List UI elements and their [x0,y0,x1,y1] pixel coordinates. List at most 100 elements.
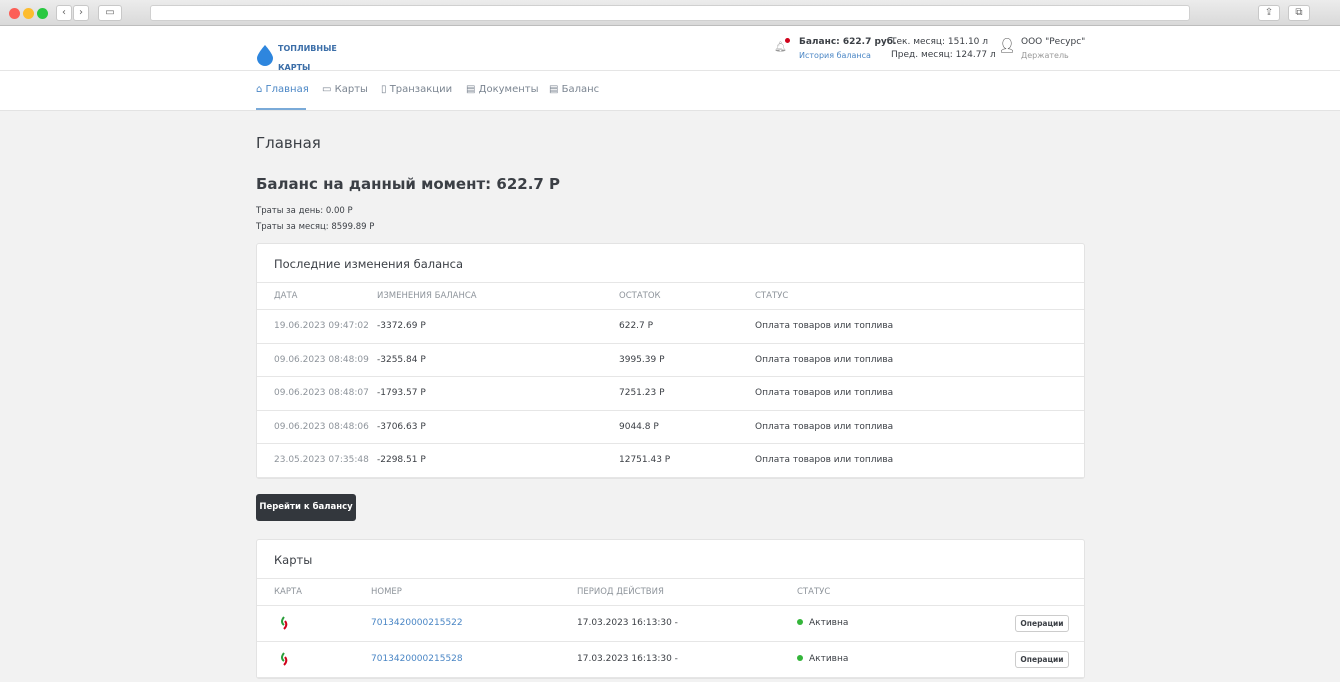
column-header: КАРТА [274,587,302,597]
current-month: Тек. месяц: 151.10 л [891,37,989,47]
column-header: ИЗМЕНЕНИЯ БАЛАНСА [377,291,477,301]
card-number-link[interactable]: 7013420000215528 [371,654,463,664]
card-number-link[interactable]: 7013420000215522 [371,618,463,628]
nav-label: Карты [334,84,368,95]
date-cell: 19.06.2023 09:47:02 [274,321,369,331]
card-brand-logo [276,616,292,635]
remainder-cell: 12751.43 Р [619,455,671,465]
column-header: НОМЕР [371,587,402,597]
nav-label: Транзакции [389,84,453,95]
change-cell: -3372.69 Р [377,321,426,331]
table-row: 09.06.2023 08:48:06 -3706.63 Р 9044.8 Р Опл… [257,411,1084,444]
tabs-icon[interactable]: ⧉ [1288,5,1310,21]
status-label: Активна [809,654,849,664]
status-cell: Оплата товаров или топлива [755,354,894,365]
notification-dot [785,38,790,43]
date-cell: 09.06.2023 08:48:07 [274,388,369,398]
table-row: 19.06.2023 09:47:02 -3372.69 Р 622.7 Р Опла… [257,310,1084,344]
nav-transactions[interactable]: ▯ Транзакции [381,84,452,95]
change-cell: -3706.63 Р [377,421,426,432]
balance-history-link[interactable]: История баланса [799,49,897,62]
period-cell: 17.03.2023 16:13:30 - [577,618,678,628]
period-cell: 17.03.2023 16:13:30 - [577,654,678,664]
status-cell: Активна [797,618,848,628]
maximize-window-button[interactable] [37,8,48,19]
header-balance: Баланс: 622.7 руб. [799,37,897,47]
document-icon: ▤ [466,84,479,95]
card-title: Последние изменения баланса [257,244,1084,283]
operations-button[interactable]: Операции [1015,615,1069,632]
remainder-cell: 7251.23 Р [619,388,665,398]
forward-button[interactable]: › [73,5,89,21]
book-icon: ▯ [381,84,390,95]
main-nav: ⌂ Главная ▭ Карты ▯ Транзакции ▤ Докумен… [0,71,1340,111]
column-header: ОСТАТОК [619,291,661,301]
brand-line1: ТОПЛИВНЫЕ [278,44,337,53]
status-label: Активна [809,618,849,628]
change-cell: -1793.57 Р [377,388,426,398]
table-row: 09.06.2023 08:48:09 -3255.84 Р 3995.39 Р Оп… [257,344,1084,377]
table-header: ДАТА ИЗМЕНЕНИЯ БАЛАНСА ОСТАТОК СТАТУС [257,283,1084,310]
column-header: СТАТУС [797,587,831,597]
active-tab-indicator [256,108,306,110]
column-header: ПЕРИОД ДЕЙСТВИЯ [577,587,664,597]
status-dot [797,619,803,625]
date-cell: 09.06.2023 08:48:06 [274,421,369,432]
status-cell: Оплата товаров или топлива [755,421,894,432]
table-header: КАРТА НОМЕР ПЕРИОД ДЕЙСТВИЯ СТАТУС [257,579,1084,606]
date-cell: 09.06.2023 08:48:09 [274,354,369,365]
org-name[interactable]: ООО "Ресурс" [1021,36,1085,49]
status-cell: Активна [797,654,848,664]
cards-card: Карты КАРТА НОМЕР ПЕРИОД ДЕЙСТВИЯ СТАТУС… [256,539,1085,679]
date-cell: 23.05.2023 07:35:48 [274,455,369,465]
balance-changes-card: Последние изменения баланса ДАТА ИЗМЕНЕН… [256,243,1085,479]
card-title: Карты [257,540,1084,579]
column-header: ДАТА [274,291,298,301]
document-icon: ▤ [549,84,562,95]
prev-month: Пред. месяц: 124.77 л [891,50,996,60]
goto-balance-button[interactable]: Перейти к балансу [256,494,356,521]
home-icon: ⌂ [256,84,266,95]
site-header: ТОПЛИВНЫЕ КАРТЫ 🔔︎ Баланс: 622.7 руб. Ист… [0,26,1340,74]
change-cell: -3255.84 Р [377,354,426,365]
logo[interactable]: ТОПЛИВНЫЕ КАРТЫ [256,36,337,74]
user-role: Держатель [1021,51,1069,60]
spend-month: Траты за месяц: 8599.89 Р [256,222,375,232]
column-header: СТАТУС [755,291,789,301]
table-row: 09.06.2023 08:48:07 -1793.57 Р 7251.23 Р Оп… [257,377,1084,411]
nav-label: Документы [478,84,539,95]
nav-documents[interactable]: ▤ Документы [466,84,538,95]
nav-label: Главная [265,84,309,95]
user-icon[interactable]: 👤︎ [998,38,1016,54]
sidebar-icon[interactable]: ▭ [98,5,122,21]
minimize-window-button[interactable] [23,8,34,19]
bell-icon[interactable]: 🔔︎ [774,38,790,53]
status-cell: Оплата товаров или топлива [755,455,894,465]
card-icon: ▭ [322,84,335,95]
table-row: 23.05.2023 07:35:48 -2298.51 Р 12751.43 Р О… [257,444,1084,478]
address-bar[interactable] [150,5,1190,21]
spend-day: Траты за день: 0.00 Р [256,206,353,216]
balance-heading: Баланс на данный момент: 622.7 Р [256,175,561,193]
card-brand-logo [276,652,292,671]
browser-toolbar: ‹ › ▭ ⇪ ⧉ [0,0,1340,26]
status-cell: Оплата товаров или топлива [755,388,894,398]
table-row: 7013420000215528 17.03.2023 16:13:30 - А… [257,642,1084,678]
back-button[interactable]: ‹ [56,5,72,21]
status-cell: Оплата товаров или топлива [755,321,894,331]
remainder-cell: 3995.39 Р [619,354,665,365]
table-row: 7013420000215522 17.03.2023 16:13:30 - А… [257,606,1084,642]
nav-label: Баланс [561,84,600,95]
operations-button[interactable]: Операции [1015,651,1069,668]
nav-cards[interactable]: ▭ Карты [322,84,368,95]
change-cell: -2298.51 Р [377,455,426,465]
drop-icon [257,45,273,66]
close-window-button[interactable] [9,8,20,19]
nav-home[interactable]: ⌂ Главная [256,84,309,95]
status-dot [797,655,803,661]
nav-balance[interactable]: ▤ Баланс [549,84,599,95]
remainder-cell: 622.7 Р [619,321,654,331]
remainder-cell: 9044.8 Р [619,421,659,432]
page-title: Главная [256,134,321,152]
share-icon[interactable]: ⇪ [1258,5,1280,21]
